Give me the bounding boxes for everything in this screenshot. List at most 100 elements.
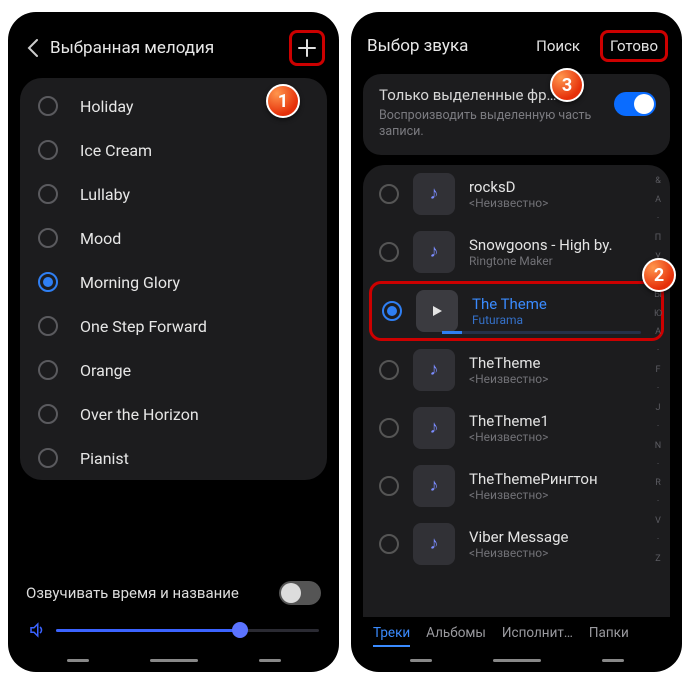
highlight-toggle[interactable] bbox=[614, 92, 656, 116]
track-artist: <Неизвестно> bbox=[469, 546, 644, 560]
done-button[interactable]: Готово bbox=[606, 35, 662, 57]
volume-slider[interactable] bbox=[26, 621, 321, 645]
track-name: The Theme bbox=[472, 295, 651, 313]
footer: Озвучивать время и название bbox=[8, 565, 339, 651]
radio[interactable] bbox=[379, 242, 399, 262]
index-letter[interactable]: · bbox=[657, 385, 659, 394]
nav-recent[interactable] bbox=[67, 659, 89, 662]
track-artist: <Неизвестно> bbox=[469, 430, 644, 444]
index-letter[interactable]: · bbox=[657, 536, 659, 545]
ringtone-list: Holiday Ice Cream Lullaby Mood Morning G… bbox=[20, 78, 327, 480]
radio[interactable] bbox=[379, 184, 399, 204]
track-artist: <Неизвестно> bbox=[469, 372, 644, 386]
radio[interactable] bbox=[38, 404, 58, 424]
tab[interactable]: Альбомы bbox=[426, 625, 486, 647]
ringtone-row[interactable]: Orange bbox=[20, 348, 327, 392]
ringtone-label: Ice Cream bbox=[80, 141, 152, 160]
index-letter[interactable]: Ю bbox=[654, 310, 662, 319]
index-letter[interactable]: · bbox=[657, 215, 659, 224]
track-row[interactable]: The Theme Futurama bbox=[369, 281, 664, 341]
track-row[interactable]: ♪ TheThemeРингтон <Неизвестно> bbox=[363, 457, 670, 515]
track-meta: rocksD <Неизвестно> bbox=[469, 178, 644, 210]
radio[interactable] bbox=[379, 534, 399, 554]
add-button[interactable] bbox=[289, 30, 325, 66]
track-row[interactable]: ♪ rocksD <Неизвестно> bbox=[363, 165, 670, 223]
radio[interactable] bbox=[38, 228, 58, 248]
track-artist: Ringtone Maker bbox=[469, 254, 644, 268]
radio[interactable] bbox=[38, 184, 58, 204]
ringtone-row[interactable]: Pianist bbox=[20, 436, 327, 480]
highlight-subtitle: Воспроизводить выделенную часть записи. bbox=[379, 108, 610, 141]
ringtone-row[interactable]: Morning Glory bbox=[20, 260, 327, 304]
index-letter[interactable]: Ы bbox=[654, 291, 662, 300]
callout-2: 2 bbox=[642, 258, 676, 292]
tab[interactable]: Папки bbox=[589, 625, 629, 647]
tab[interactable]: Треки bbox=[373, 625, 410, 647]
ringtone-row[interactable]: Lullaby bbox=[20, 172, 327, 216]
volume-track[interactable] bbox=[56, 629, 319, 632]
track-row[interactable]: ♪ Viber Message <Неизвестно> bbox=[363, 515, 670, 573]
index-letter[interactable]: R bbox=[655, 479, 661, 488]
track-name: Snowgoons - High by. bbox=[469, 236, 644, 254]
radio[interactable] bbox=[38, 316, 58, 336]
index-letter[interactable]: · bbox=[657, 347, 659, 356]
callout-3: 3 bbox=[550, 68, 584, 102]
track-artist: <Неизвестно> bbox=[469, 196, 644, 210]
nav-recent[interactable] bbox=[410, 659, 432, 662]
index-letter[interactable]: · bbox=[657, 461, 659, 470]
radio[interactable] bbox=[38, 140, 58, 160]
index-letter[interactable]: П bbox=[655, 234, 661, 243]
index-letter[interactable]: А bbox=[655, 328, 661, 337]
track-row[interactable]: ♪ TheTheme <Неизвестно> bbox=[363, 341, 670, 399]
track-name: TheTheme1 bbox=[469, 412, 644, 430]
announce-row[interactable]: Озвучивать время и название bbox=[26, 581, 321, 605]
ringtone-row[interactable]: Over the Horizon bbox=[20, 392, 327, 436]
index-letter[interactable]: & bbox=[655, 177, 661, 186]
back-button[interactable] bbox=[22, 37, 44, 59]
phone-right: Выбор звука Поиск Готово Только выделенн… bbox=[351, 12, 682, 672]
track-meta: Snowgoons - High by. Ringtone Maker bbox=[469, 236, 644, 268]
nav-home[interactable] bbox=[150, 659, 198, 662]
nav-back[interactable] bbox=[602, 659, 624, 662]
ringtone-row[interactable]: Mood bbox=[20, 216, 327, 260]
track-meta: The Theme Futurama bbox=[472, 295, 651, 327]
index-letter[interactable]: · bbox=[657, 423, 659, 432]
ringtone-label: One Step Forward bbox=[80, 317, 207, 336]
radio[interactable] bbox=[38, 360, 58, 380]
index-letter[interactable]: J bbox=[656, 404, 661, 413]
highlight-card[interactable]: Только выделенные фр… Воспроизводить выд… bbox=[363, 74, 670, 155]
callout-1: 1 bbox=[266, 84, 300, 118]
radio[interactable] bbox=[379, 418, 399, 438]
tab[interactable]: Исполнит… bbox=[502, 625, 573, 647]
radio[interactable] bbox=[379, 360, 399, 380]
progress-bar[interactable] bbox=[442, 331, 641, 334]
index-letter[interactable]: А bbox=[655, 196, 661, 205]
track-row[interactable]: ♪ Snowgoons - High by. Ringtone Maker bbox=[363, 223, 670, 281]
radio[interactable] bbox=[379, 476, 399, 496]
track-row[interactable]: ♪ TheTheme1 <Неизвестно> bbox=[363, 399, 670, 457]
announce-toggle[interactable] bbox=[279, 581, 321, 605]
radio[interactable] bbox=[382, 301, 402, 321]
search-button[interactable]: Поиск bbox=[530, 33, 586, 59]
track-artist: Futurama bbox=[472, 313, 651, 327]
radio[interactable] bbox=[38, 272, 58, 292]
track-meta: Viber Message <Неизвестно> bbox=[469, 528, 644, 560]
nav-home[interactable] bbox=[493, 659, 541, 662]
radio[interactable] bbox=[38, 96, 58, 116]
ringtone-row[interactable]: One Step Forward bbox=[20, 304, 327, 348]
music-note-icon: ♪ bbox=[413, 231, 455, 273]
index-letter[interactable]: F bbox=[656, 366, 661, 375]
index-letter[interactable]: N bbox=[655, 442, 661, 451]
radio[interactable] bbox=[38, 448, 58, 468]
index-letter[interactable]: Z bbox=[655, 555, 660, 564]
speaker-icon bbox=[28, 621, 46, 639]
nav-bar bbox=[351, 651, 682, 672]
ringtone-row[interactable]: Ice Cream bbox=[20, 128, 327, 172]
ringtone-label: Morning Glory bbox=[80, 273, 180, 292]
index-letter[interactable]: · bbox=[657, 498, 659, 507]
scroll-index[interactable]: &А·ПУ·ЫЮА·F·J·N·R·V·Z bbox=[650, 173, 666, 570]
ringtone-label: Over the Horizon bbox=[80, 405, 199, 424]
nav-back[interactable] bbox=[259, 659, 281, 662]
index-letter[interactable]: V bbox=[655, 517, 661, 526]
music-note-icon: ♪ bbox=[413, 407, 455, 449]
